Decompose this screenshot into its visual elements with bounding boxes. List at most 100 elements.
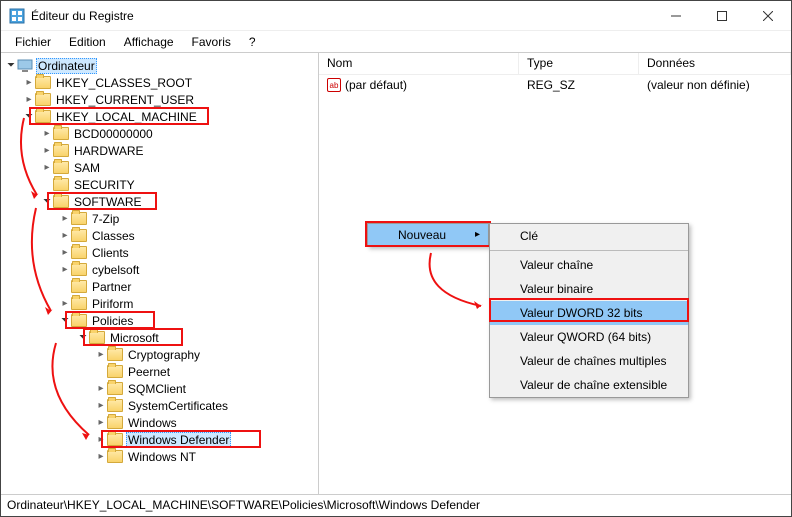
regedit-icon — [9, 8, 25, 24]
menu-view[interactable]: Affichage — [116, 33, 182, 51]
folder-icon — [53, 127, 69, 140]
tree-7zip[interactable]: 7-Zip — [90, 212, 121, 226]
tree-clients[interactable]: Clients — [90, 246, 131, 260]
chevron-down-icon[interactable]: ⏷ — [41, 196, 53, 207]
folder-icon — [107, 433, 123, 446]
tree-windows[interactable]: Windows — [126, 416, 179, 430]
folder-icon — [53, 178, 69, 191]
submenu-multi[interactable]: Valeur de chaînes multiples — [490, 349, 688, 373]
folder-icon — [107, 365, 123, 378]
string-value-icon: ab — [327, 78, 341, 92]
menu-file[interactable]: Fichier — [7, 33, 59, 51]
tree-microsoft[interactable]: Microsoft — [108, 331, 161, 345]
column-headers: Nom Type Données — [319, 53, 791, 75]
chevron-right-icon: ▸ — [475, 229, 480, 240]
folder-icon — [53, 144, 69, 157]
value-name: (par défaut) — [345, 78, 407, 92]
value-data: (valeur non définie) — [639, 77, 791, 93]
tree-partner[interactable]: Partner — [90, 280, 133, 294]
menu-edit[interactable]: Edition — [61, 33, 114, 51]
submenu-new: Clé Valeur chaîne Valeur binaire Valeur … — [489, 223, 689, 398]
chevron-right-icon[interactable]: ▸ — [41, 145, 53, 156]
chevron-down-icon[interactable]: ⏷ — [59, 315, 71, 326]
chevron-right-icon[interactable]: ▸ — [95, 383, 107, 394]
tree-hkcr[interactable]: HKEY_CLASSES_ROOT — [54, 76, 194, 90]
window-title: Éditeur du Registre — [31, 9, 653, 23]
tree-hardware[interactable]: HARDWARE — [72, 144, 146, 158]
titlebar: Éditeur du Registre — [1, 1, 791, 31]
close-button[interactable] — [745, 1, 791, 30]
tree-sam[interactable]: SAM — [72, 161, 102, 175]
chevron-right-icon[interactable]: ▸ — [95, 349, 107, 360]
tree-cybelsoft[interactable]: cybelsoft — [90, 263, 141, 277]
folder-icon — [35, 76, 51, 89]
submenu-binary[interactable]: Valeur binaire — [490, 277, 688, 301]
submenu-dword[interactable]: Valeur DWORD 32 bits — [490, 301, 688, 325]
tree-security[interactable]: SECURITY — [72, 178, 137, 192]
chevron-right-icon[interactable]: ▸ — [59, 213, 71, 224]
values-panel[interactable]: Nom Type Données ab (par défaut) REG_SZ (… — [319, 53, 791, 494]
chevron-right-icon[interactable]: ▸ — [59, 298, 71, 309]
chevron-right-icon[interactable]: ▸ — [95, 451, 107, 462]
submenu-string[interactable]: Valeur chaîne — [490, 253, 688, 277]
value-row[interactable]: ab (par défaut) REG_SZ (valeur non défini… — [319, 75, 791, 95]
status-path: Ordinateur\HKEY_LOCAL_MACHINE\SOFTWARE\P… — [7, 498, 480, 512]
menubar: Fichier Edition Affichage Favoris ? — [1, 31, 791, 53]
chevron-right-icon[interactable]: ▸ — [59, 247, 71, 258]
submenu-key[interactable]: Clé — [490, 224, 688, 248]
folder-icon — [53, 195, 69, 208]
chevron-right-icon[interactable]: ▸ — [41, 162, 53, 173]
tree-winnt[interactable]: Windows NT — [126, 450, 198, 464]
tree-peernet[interactable]: Peernet — [126, 365, 172, 379]
chevron-down-icon[interactable]: ⏷ — [5, 60, 17, 71]
submenu-qword[interactable]: Valeur QWORD (64 bits) — [490, 325, 688, 349]
tree-windows-defender[interactable]: Windows Defender — [126, 432, 231, 448]
chevron-right-icon[interactable]: ▸ — [95, 434, 107, 445]
col-name[interactable]: Nom — [319, 53, 519, 74]
col-data[interactable]: Données — [639, 53, 791, 74]
folder-icon — [35, 93, 51, 106]
folder-icon — [107, 382, 123, 395]
folder-icon — [71, 229, 87, 242]
tree-policies[interactable]: Policies — [90, 314, 135, 328]
folder-icon — [71, 314, 87, 327]
folder-icon — [107, 450, 123, 463]
chevron-down-icon[interactable]: ⏷ — [77, 332, 89, 343]
chevron-right-icon[interactable]: ▸ — [23, 77, 35, 88]
folder-icon — [107, 399, 123, 412]
folder-icon — [107, 416, 123, 429]
ctx-new[interactable]: Nouveau▸ — [368, 224, 488, 246]
folder-icon — [71, 280, 87, 293]
chevron-right-icon[interactable]: ▸ — [23, 94, 35, 105]
tree-panel[interactable]: ⏷ Ordinateur ▸ HKEY_CLASSES_ROOT ▸ HKEY_CUR… — [1, 53, 319, 494]
tree-root[interactable]: Ordinateur — [36, 58, 97, 74]
tree-classes[interactable]: Classes — [90, 229, 137, 243]
submenu-expand[interactable]: Valeur de chaîne extensible — [490, 373, 688, 397]
tree-sqm[interactable]: SQMClient — [126, 382, 188, 396]
tree-bcd[interactable]: BCD00000000 — [72, 127, 155, 141]
col-type[interactable]: Type — [519, 53, 639, 74]
tree-piriform[interactable]: Piriform — [90, 297, 135, 311]
chevron-right-icon[interactable]: ▸ — [59, 264, 71, 275]
tree-hkcu[interactable]: HKEY_CURRENT_USER — [54, 93, 196, 107]
chevron-right-icon[interactable]: ▸ — [59, 230, 71, 241]
chevron-right-icon[interactable]: ▸ — [95, 400, 107, 411]
menu-help[interactable]: ? — [241, 33, 264, 51]
folder-icon — [71, 246, 87, 259]
maximize-button[interactable] — [699, 1, 745, 30]
tree-syscert[interactable]: SystemCertificates — [126, 399, 230, 413]
folder-icon — [107, 348, 123, 361]
tree-hklm[interactable]: HKEY_LOCAL_MACHINE — [54, 110, 199, 124]
minimize-button[interactable] — [653, 1, 699, 30]
chevron-right-icon[interactable]: ▸ — [95, 417, 107, 428]
tree-software[interactable]: SOFTWARE — [72, 195, 144, 209]
folder-icon — [89, 331, 105, 344]
menu-favorites[interactable]: Favoris — [184, 33, 239, 51]
folder-icon — [35, 110, 51, 123]
folder-icon — [71, 263, 87, 276]
chevron-right-icon[interactable]: ▸ — [41, 128, 53, 139]
chevron-down-icon[interactable]: ⏷ — [23, 111, 35, 122]
tree-crypto[interactable]: Cryptography — [126, 348, 202, 362]
value-type: REG_SZ — [519, 77, 639, 93]
statusbar: Ordinateur\HKEY_LOCAL_MACHINE\SOFTWARE\P… — [1, 494, 791, 516]
